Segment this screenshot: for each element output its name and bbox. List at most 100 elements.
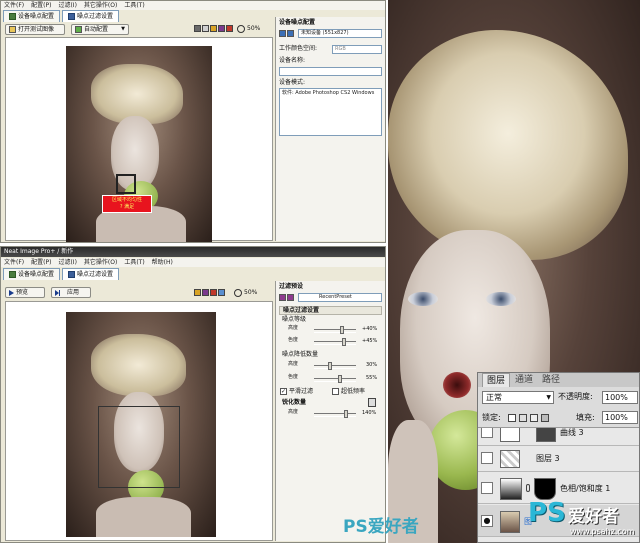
sharpen-label: 锐化数量 (282, 399, 307, 406)
noise-filter-section: 噪点过滤设置 (279, 306, 382, 315)
view-mode-2-icon[interactable] (202, 289, 209, 296)
device-name-input[interactable] (279, 67, 382, 76)
zoom-icon[interactable] (237, 25, 245, 33)
lock-position-icon[interactable] (530, 414, 538, 422)
slider-thumb[interactable] (342, 338, 346, 346)
warning-line-1: 区域不均匀性 (111, 197, 142, 203)
lock-image-icon[interactable] (519, 414, 527, 422)
headdress-shape (91, 64, 183, 124)
ultra-high-label: 超低频率 (341, 388, 366, 395)
menu-tools[interactable]: 工具(T) (124, 1, 144, 10)
layer-name: 色相/饱和度 1 (560, 484, 611, 493)
chevron-down-icon[interactable]: ▼ (121, 25, 125, 34)
tab-device-noise-profile[interactable]: 设备噪点配置 (3, 268, 61, 280)
noise-level-luma-slider[interactable] (314, 326, 356, 334)
menu-filter[interactable]: 过滤(I) (58, 1, 76, 10)
top-right-panel: 设备噪点配置 未知设备 (551x827) 工作颜色空间: RGB 设备名称: … (275, 17, 385, 241)
layer-row-curves[interactable]: 曲线 3 (478, 428, 639, 446)
tab-channels[interactable]: 通道 (511, 373, 537, 387)
lock-icons (508, 414, 549, 422)
ps-logo-mark: PS (528, 498, 566, 528)
visibility-toggle[interactable] (481, 428, 493, 438)
view-mode-1-icon[interactable] (194, 25, 201, 32)
mask-thumb (536, 428, 556, 442)
trash-icon[interactable] (368, 398, 376, 407)
save-profile-icon[interactable] (287, 30, 294, 37)
view-mode-5-icon[interactable] (226, 25, 233, 32)
device-mode-label: 设备模式: (279, 79, 306, 86)
filter-preset-label: 过滤预设 (279, 283, 304, 290)
layer-row-layer3[interactable]: 图层 3 (478, 446, 639, 472)
lock-transparent-icon[interactable] (508, 414, 516, 422)
preview-button[interactable]: 预览 (5, 287, 45, 298)
ultra-high-checkbox[interactable] (332, 388, 339, 395)
slider-thumb[interactable] (344, 410, 348, 418)
menu-file[interactable]: 文件(F) (4, 258, 24, 267)
slider-thumb[interactable] (338, 375, 342, 383)
filter-preset-select[interactable]: RecentPreset (298, 293, 382, 302)
sample-area-box[interactable] (116, 174, 136, 194)
top-preview-area: 区域不均匀性 ? 满足 (5, 37, 273, 242)
tab-layers[interactable]: 图层 (482, 373, 511, 387)
device-preset-select[interactable]: 未知设备 (551x827) (298, 29, 382, 38)
neck-shape (96, 497, 191, 537)
menu-tools[interactable]: 工具(T) (124, 258, 144, 267)
menu-file[interactable]: 文件(F) (4, 1, 24, 10)
zoom-icon[interactable] (234, 289, 242, 297)
noise-reduction-luma-slider[interactable] (314, 362, 356, 370)
view-mode-2-icon[interactable] (202, 25, 209, 32)
blend-mode-value: 正常 (486, 393, 502, 402)
auto-profile-label: 自动配置 (84, 26, 109, 33)
opacity-input[interactable]: 100% (602, 391, 638, 404)
filter-tab-icon (68, 13, 76, 20)
lock-all-icon[interactable] (541, 414, 549, 422)
bottom-tabs: 设备噪点配置 噪点过滤设置 (3, 268, 120, 280)
sharpen-value: 140% (362, 410, 377, 416)
luma-label-3: 高度 (287, 409, 298, 415)
menu-other[interactable]: 其它操作(O) (84, 1, 117, 10)
eye-icon[interactable]: ● (481, 515, 493, 527)
view-mode-icons (194, 25, 234, 32)
ps-watermark-center: PS爱好者 (343, 517, 419, 537)
visibility-toggle[interactable] (481, 482, 493, 494)
slider-thumb[interactable] (328, 362, 332, 370)
smooth-edges-checkbox[interactable]: ✓ (280, 388, 287, 395)
fill-input[interactable]: 100% (602, 411, 638, 424)
menu-other[interactable]: 其它操作(O) (84, 258, 117, 267)
left-eye (408, 292, 438, 306)
tab-noise-filter-settings[interactable]: 噪点过滤设置 (62, 10, 120, 22)
menu-profile[interactable]: 配置(P) (31, 1, 51, 10)
noise-reduction-label: 噪点降低数量 (282, 351, 319, 358)
noise-level-chroma-value: +45% (362, 338, 378, 344)
open-test-image-button[interactable]: 打开测试图像 (5, 24, 65, 35)
visibility-toggle[interactable] (481, 452, 493, 464)
layer-name: 图层 3 (536, 454, 560, 463)
tab-noise-filter-settings[interactable]: 噪点过滤设置 (62, 268, 120, 280)
view-mode-1-icon[interactable] (194, 289, 201, 296)
noise-reduction-chroma-slider[interactable] (314, 375, 356, 383)
view-mode-3-icon[interactable] (210, 289, 217, 296)
view-mode-3-icon[interactable] (210, 25, 217, 32)
view-mode-4-icon[interactable] (218, 25, 225, 32)
tab-paths[interactable]: 路径 (538, 373, 564, 387)
slider-thumb[interactable] (340, 326, 344, 334)
menu-profile[interactable]: 配置(P) (31, 258, 51, 267)
preview-region-box[interactable] (98, 406, 180, 488)
menu-filter[interactable]: 过滤(I) (58, 258, 76, 267)
auto-profile-button[interactable]: 自动配置 ▼ (71, 24, 129, 35)
view-mode-4-icon[interactable] (218, 289, 225, 296)
warning-line-2: ? 满足 (119, 204, 135, 210)
color-space-select[interactable]: RGB (332, 45, 382, 54)
menu-help[interactable]: 帮助(H) (152, 258, 173, 267)
blend-mode-select[interactable]: 正常 ▼ (482, 391, 554, 404)
tab-device-noise-profile[interactable]: 设备噪点配置 (3, 10, 61, 22)
noise-level-chroma-slider[interactable] (314, 338, 356, 346)
load-profile-icon[interactable] (279, 30, 286, 37)
mask-thumb (534, 478, 556, 500)
load-preset-icon[interactable] (279, 294, 286, 301)
device-mode-textarea[interactable]: 软件: Adobe Photoshop CS2 Windows (279, 88, 382, 136)
play-icon (9, 289, 14, 296)
sharpen-slider[interactable] (314, 410, 356, 418)
apply-button[interactable]: 应用 (51, 287, 91, 298)
save-preset-icon[interactable] (287, 294, 294, 301)
